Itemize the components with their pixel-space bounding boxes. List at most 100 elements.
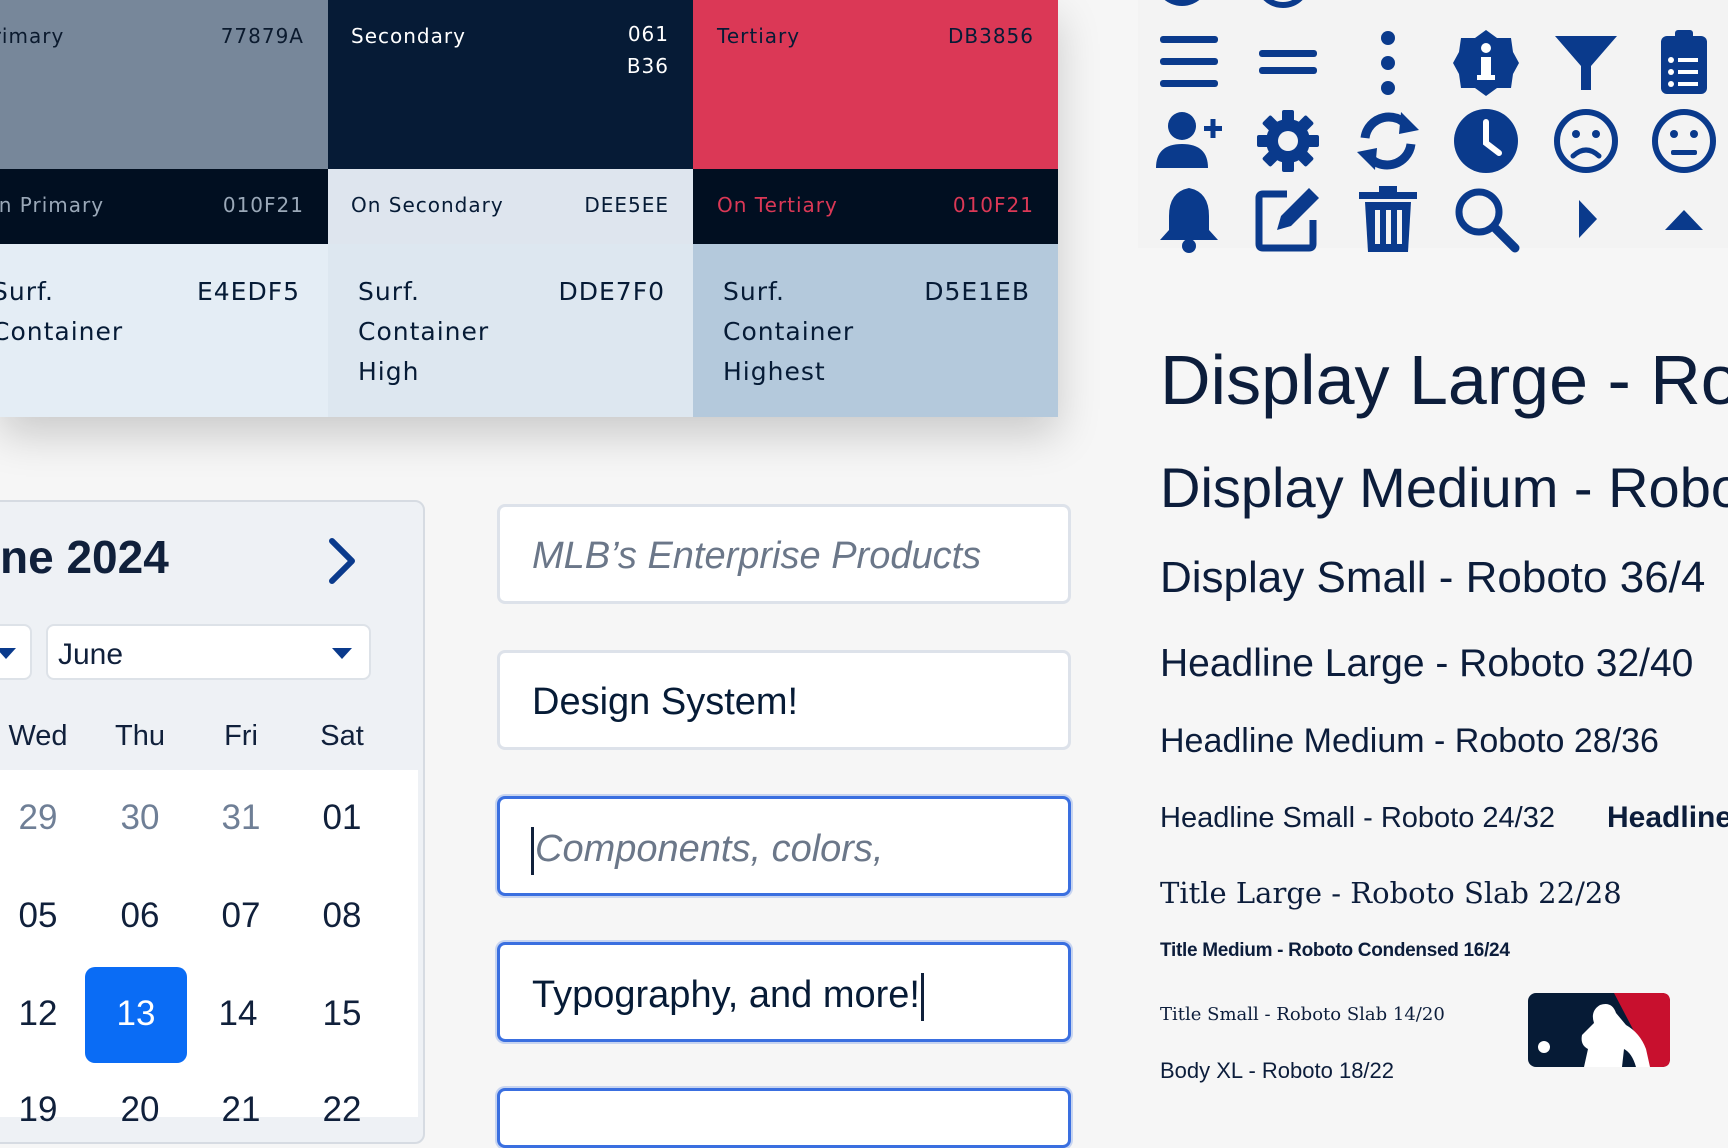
type-headline-small: Headline Small - Roboto 24/32 <box>1160 802 1555 834</box>
swatch-on-secondary: On Secondary DEE5EE <box>328 169 693 244</box>
swatch-tertiary-label: Tertiary <box>717 24 801 48</box>
trash-icon[interactable] <box>1353 184 1423 254</box>
swatch-secondary-label: Secondary <box>351 24 466 48</box>
text-field-focused-value: Typography, and more! <box>532 973 925 1021</box>
calendar-day[interactable]: 20 <box>100 1090 180 1130</box>
weekday-sat: Sat <box>320 720 364 752</box>
year-select[interactable] <box>0 624 32 680</box>
swatch-primary: Primary 77879A <box>0 0 328 169</box>
bell-icon[interactable] <box>1154 184 1224 254</box>
weekday-thu: Thu <box>115 720 165 752</box>
sad-face-icon[interactable] <box>1551 106 1621 176</box>
swatch-secondary-hex: 061 B36 <box>626 22 669 78</box>
swatch-on-tertiary-label: On Tertiary <box>717 193 838 217</box>
calendar-day[interactable]: 15 <box>302 994 382 1034</box>
month-select-value: June <box>58 638 124 671</box>
type-title-small: Title Small - Roboto Slab 14/20 <box>1160 1004 1445 1025</box>
calendar-day[interactable]: 19 <box>0 1090 78 1130</box>
rect-icon <box>1452 0 1512 10</box>
swatch-primary-hex: 77879A <box>220 24 304 48</box>
rect-outline-icon <box>1352 0 1416 10</box>
type-display-large: Display Large - Ro <box>1160 341 1728 419</box>
type-headline-large: Headline Large - Roboto 32/40 <box>1160 642 1694 685</box>
type-title-large: Title Large - Roboto Slab 22/28 <box>1160 876 1622 910</box>
edit-icon[interactable] <box>1253 184 1323 254</box>
text-cursor <box>531 827 534 875</box>
swatch-on-primary-label: On Primary <box>0 193 105 217</box>
swatch-surf-container-highest: Surf. Container Highest D5E1EB <box>693 244 1058 417</box>
swatch-on-tertiary: On Tertiary 010F21 <box>693 169 1058 244</box>
calendar-day[interactable]: 06 <box>100 896 180 936</box>
swatch-surf-container-high-hex: DDE7F0 <box>558 277 665 306</box>
month-select[interactable]: June <box>46 624 371 680</box>
calendar-day[interactable]: 21 <box>201 1090 281 1130</box>
calendar-day[interactable]: 05 <box>0 896 78 936</box>
calendar-day[interactable]: 14 <box>198 994 278 1034</box>
calendar-month-title: ne 2024 <box>0 531 169 583</box>
copy-icon <box>1552 0 1612 16</box>
swatch-primary-label: Primary <box>0 24 65 48</box>
clipboard-list-icon[interactable] <box>1649 28 1719 98</box>
swatch-surf-container-highest-label: Surf. Container Highest <box>723 277 855 386</box>
type-title-medium: Title Medium - Roboto Condensed 16/24 <box>1160 940 1510 961</box>
color-swatch-panel: Primary 77879A Secondary 061B36 Tertiary… <box>0 0 1058 417</box>
swatch-on-secondary-label: On Secondary <box>351 193 504 217</box>
calendar-day[interactable]: 30 <box>100 798 180 838</box>
calendar-day[interactable]: 07 <box>201 896 281 936</box>
clock-icon[interactable] <box>1451 106 1521 176</box>
calendar-day[interactable]: 22 <box>302 1090 382 1130</box>
info-icon[interactable] <box>1451 28 1521 98</box>
calendar-day[interactable]: 31 <box>201 798 281 838</box>
type-display-small: Display Small - Roboto 36/4 <box>1160 553 1706 602</box>
text-field-partial[interactable] <box>497 1088 1071 1148</box>
swatch-surf-container-highest-hex: D5E1EB <box>924 277 1030 306</box>
arrow-right-icon[interactable] <box>1551 184 1621 254</box>
calendar-day-selected[interactable]: 13 <box>96 994 176 1034</box>
swatch-tertiary: Tertiary DB3856 <box>693 0 1058 169</box>
swatch-on-primary-hex: 010F21 <box>222 193 304 217</box>
more-vert-icon[interactable] <box>1353 28 1423 98</box>
text-field-placeholder[interactable]: MLB’s Enterprise Products <box>497 504 1071 604</box>
swatch-surf-container-hex: E4EDF5 <box>196 277 300 306</box>
settings-icon[interactable] <box>1253 106 1323 176</box>
neutral-face-icon[interactable] <box>1649 106 1719 176</box>
swatch-on-primary: On Primary 010F21 <box>0 169 328 244</box>
swatch-secondary: Secondary 061 B36 <box>328 0 693 169</box>
arrow-up-icon[interactable] <box>1649 184 1719 254</box>
person-icon <box>1652 0 1712 16</box>
weekday-wed: Wed <box>8 720 68 752</box>
icon-grid <box>1138 0 1728 253</box>
calendar-day[interactable]: 12 <box>0 994 78 1034</box>
type-display-medium: Display Medium - Robo <box>1160 456 1728 519</box>
text-cursor <box>920 973 924 1021</box>
menu-icon[interactable] <box>1154 28 1224 98</box>
circle-outline-icon <box>1263 0 1303 8</box>
text-field-placeholder-text: MLB’s Enterprise Products <box>532 535 982 577</box>
text-field-value: Design System! <box>532 681 799 723</box>
swatch-surf-container-label: Surf.Container <box>0 277 124 346</box>
filter-icon[interactable] <box>1551 28 1621 98</box>
calendar-day[interactable]: 08 <box>302 896 382 936</box>
search-icon[interactable] <box>1451 184 1521 254</box>
swatch-surf-container-high: Surf. Container High DDE7F0 <box>328 244 693 417</box>
mlb-logo <box>1528 993 1670 1067</box>
swatch-on-tertiary-hex: 010F21 <box>952 193 1034 217</box>
drag-handle-icon[interactable] <box>1253 28 1323 98</box>
text-field-filled[interactable]: Design System! <box>497 650 1071 750</box>
swatch-tertiary-hex: DB3856 <box>947 24 1034 48</box>
text-field-focused-placeholder: Components, colors, <box>530 827 884 875</box>
calendar-day[interactable]: 29 <box>0 798 78 838</box>
person-add-icon[interactable] <box>1154 106 1224 176</box>
chevron-right-icon <box>329 538 355 584</box>
type-headline-medium: Headline Medium - Roboto 28/36 <box>1160 722 1659 760</box>
type-body-xl: Body XL - Roboto 18/22 <box>1160 1058 1395 1083</box>
text-field-focused-empty[interactable]: Components, colors, <box>497 796 1071 896</box>
swatch-on-secondary-hex: DEE5EE <box>584 193 669 217</box>
swatch-surf-container: Surf.Container E4EDF5 <box>0 244 328 417</box>
text-field-focused-filled[interactable]: Typography, and more! <box>497 942 1071 1042</box>
calendar-day[interactable]: 01 <box>302 798 382 838</box>
swatch-surf-container-high-label: Surf. Container High <box>358 277 490 386</box>
next-month-button[interactable] <box>322 535 362 587</box>
refresh-icon[interactable] <box>1353 106 1423 176</box>
type-headline-bold: Headline <box>1607 801 1728 834</box>
